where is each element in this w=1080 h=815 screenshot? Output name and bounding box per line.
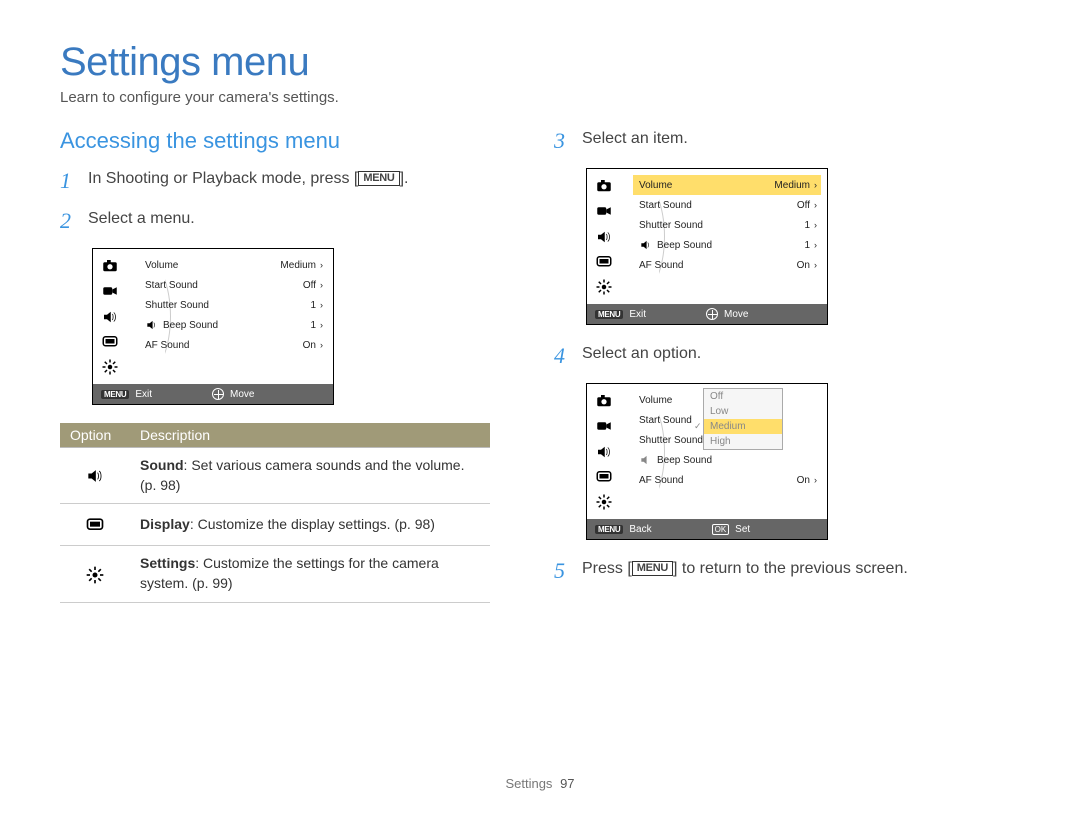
menu-row: Start Sound Off› [633, 195, 821, 215]
menu-row: Beep Sound 1› [139, 315, 327, 335]
page-subtitle: Learn to configure your camera's setting… [60, 89, 1020, 106]
camera-screen-select-item: Volume Medium› Start Sound Off› Shutter … [586, 168, 828, 325]
menu-row: Start Sound Off› [139, 275, 327, 295]
step-text: In Shooting or Playback mode, press [MEN… [88, 168, 408, 190]
sidebar-arc [125, 255, 137, 378]
menu-button-label: MENU [632, 561, 673, 576]
camera-footer: MENUExit Move [587, 304, 827, 324]
display-icon [60, 504, 130, 546]
page-title: Settings menu [60, 40, 1020, 85]
step-number: 1 [60, 170, 76, 192]
menu-pill-icon: MENU [101, 390, 129, 399]
sound-icon [594, 228, 614, 246]
table-cell-desc: Display: Customize the display settings.… [130, 504, 490, 546]
sidebar-arc [619, 390, 631, 513]
step-text: Select an option. [582, 343, 701, 365]
menu-row-selected: Volume Medium› [633, 175, 821, 195]
table-cell-desc: Sound: Set various camera sounds and the… [130, 448, 490, 504]
step-text: Press [MENU] to return to the previous s… [582, 558, 908, 580]
sound-icon [60, 448, 130, 504]
table-cell-desc: Settings: Customize the settings for the… [130, 546, 490, 602]
menu-row: Shutter Sound 1› [139, 295, 327, 315]
camera-menu-list: Volume Off Low Medium High Start Sound [631, 390, 821, 513]
menu-row: Shutter Sound 1› [633, 215, 821, 235]
menu-pill-icon: MENU [595, 525, 623, 534]
menu-row: Volume Medium› [139, 255, 327, 275]
option-description-table: Option Description Sound: Set various ca… [60, 423, 490, 603]
table-row: Display: Customize the display settings.… [60, 504, 490, 546]
menu-row: AF Sound On› [139, 335, 327, 355]
video-icon [594, 202, 614, 220]
camera-footer: MENUBack OKSet [587, 519, 827, 539]
menu-row: Shutter Sound [633, 430, 821, 450]
camera-icon [100, 257, 120, 275]
section-heading: Accessing the settings menu [60, 128, 490, 154]
gear-icon [594, 278, 614, 296]
step-number: 3 [554, 130, 570, 152]
sound-icon [639, 238, 653, 252]
display-icon [594, 253, 614, 271]
menu-pill-icon: MENU [595, 310, 623, 319]
nav-icon [212, 388, 224, 400]
sound-icon [639, 453, 653, 467]
step-5: 5 Press [MENU] to return to the previous… [554, 558, 984, 582]
display-icon [594, 468, 614, 486]
menu-row: Beep Sound [633, 450, 821, 470]
menu-row: Volume Off Low Medium High [633, 390, 821, 410]
video-icon [100, 282, 120, 300]
menu-row: AF Sound On› [633, 255, 821, 275]
camera-footer: MENUExit Move [93, 384, 333, 404]
table-head-description: Description [130, 423, 490, 448]
step-number: 5 [554, 560, 570, 582]
camera-sidebar [589, 390, 619, 513]
option-item: Off [704, 389, 782, 404]
ok-icon: OK [712, 524, 730, 535]
page-footer: Settings 97 [0, 776, 1080, 791]
step-1: 1 In Shooting or Playback mode, press [M… [60, 168, 490, 192]
camera-screen-select-option: Volume Off Low Medium High Start Sound [586, 383, 828, 540]
sound-icon [145, 318, 159, 332]
gear-icon [60, 546, 130, 602]
step-3: 3 Select an item. [554, 128, 984, 152]
step-number: 2 [60, 210, 76, 232]
table-row: Sound: Set various camera sounds and the… [60, 448, 490, 504]
menu-button-label: MENU [358, 171, 399, 186]
table-row: Settings: Customize the settings for the… [60, 546, 490, 602]
camera-screen-select-menu: Volume Medium› Start Sound Off› Shutter … [92, 248, 334, 405]
camera-sidebar [95, 255, 125, 378]
step-4: 4 Select an option. [554, 343, 984, 367]
camera-icon [594, 392, 614, 410]
step-2: 2 Select a menu. [60, 208, 490, 232]
camera-icon [594, 177, 614, 195]
step-number: 4 [554, 345, 570, 367]
step-text: Select a menu. [88, 208, 195, 230]
sound-icon [100, 308, 120, 326]
step-text: Select an item. [582, 128, 688, 150]
sound-icon [594, 443, 614, 461]
camera-menu-list: Volume Medium› Start Sound Off› Shutter … [631, 175, 821, 298]
nav-icon [706, 308, 718, 320]
gear-icon [594, 493, 614, 511]
display-icon [100, 333, 120, 351]
menu-row: AF Sound On› [633, 470, 821, 490]
menu-row: Beep Sound 1› [633, 235, 821, 255]
table-head-option: Option [60, 423, 130, 448]
video-icon [594, 417, 614, 435]
sidebar-arc [619, 175, 631, 298]
camera-sidebar [589, 175, 619, 298]
camera-menu-list: Volume Medium› Start Sound Off› Shutter … [137, 255, 327, 378]
gear-icon [100, 358, 120, 376]
menu-row: Start Sound [633, 410, 821, 430]
